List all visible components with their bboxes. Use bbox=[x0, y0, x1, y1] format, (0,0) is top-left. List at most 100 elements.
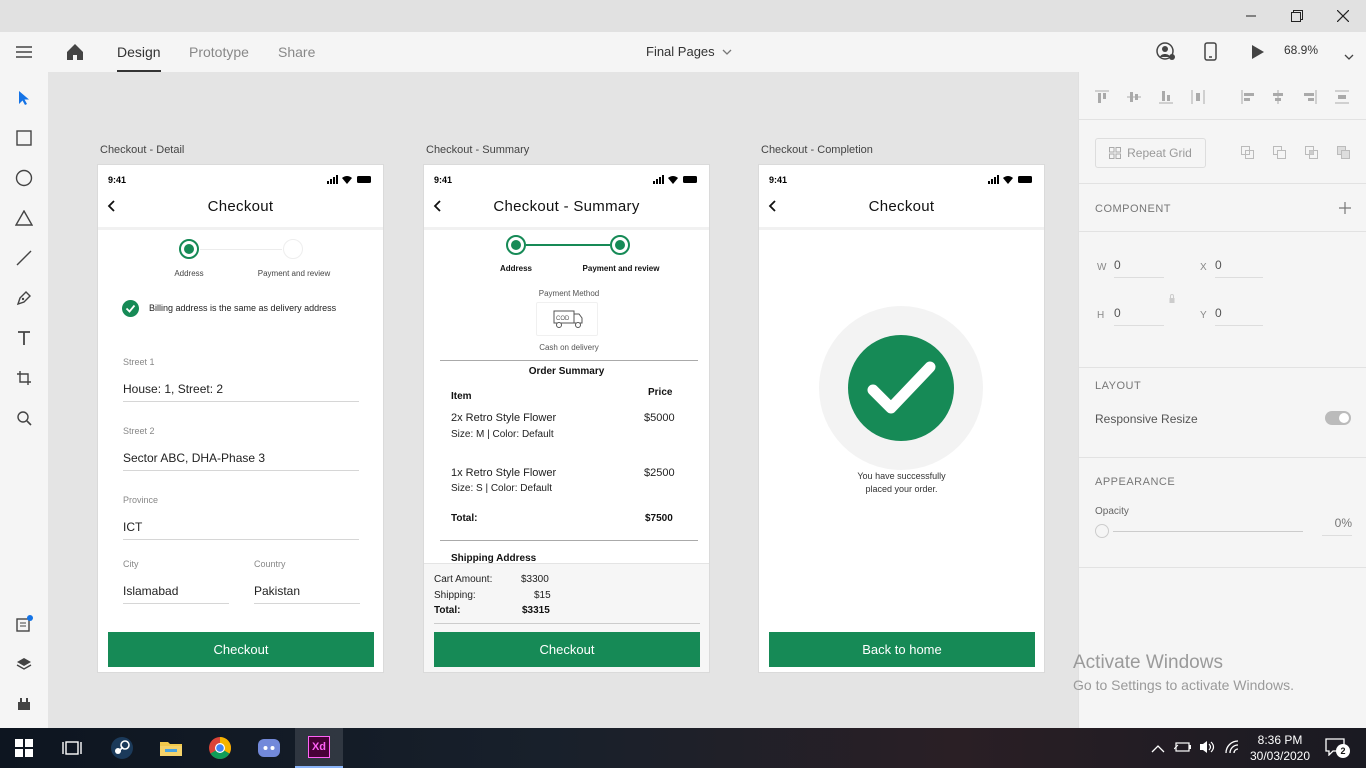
align-left-icon[interactable] bbox=[1241, 90, 1255, 104]
align-center-icon[interactable] bbox=[1271, 90, 1285, 104]
street1-underline bbox=[123, 401, 359, 402]
city-field[interactable]: Islamabad bbox=[123, 584, 178, 598]
shipping-label: Shipping: bbox=[434, 590, 476, 601]
order-item-price: $2500 bbox=[644, 467, 675, 479]
artboard-label-summary[interactable]: Checkout - Summary bbox=[426, 144, 529, 156]
steam-icon[interactable] bbox=[98, 728, 146, 768]
boolean-add-icon[interactable] bbox=[1241, 146, 1255, 160]
step-payment-label: Payment and review bbox=[582, 264, 660, 273]
restore-icon[interactable] bbox=[1274, 0, 1320, 32]
screen-title: Checkout - Summary bbox=[493, 198, 640, 215]
status-icons bbox=[653, 175, 697, 184]
discord-icon[interactable] bbox=[245, 728, 293, 768]
artboard-label-detail[interactable]: Checkout - Detail bbox=[100, 144, 184, 156]
step-payment-indicator bbox=[610, 235, 630, 255]
align-bottom-icon[interactable] bbox=[1159, 90, 1173, 104]
add-component-icon[interactable] bbox=[1339, 202, 1351, 214]
repeat-grid-button[interactable]: Repeat Grid bbox=[1095, 138, 1206, 168]
minimize-icon[interactable] bbox=[1228, 0, 1274, 32]
zoom-chevron-down-icon[interactable] bbox=[1344, 48, 1354, 66]
artboard-label-completion[interactable]: Checkout - Completion bbox=[761, 144, 873, 156]
billing-same-label: Billing address is the same as delivery … bbox=[149, 303, 337, 313]
y-input[interactable]: 0 bbox=[1215, 306, 1263, 326]
artboard-checkout-summary[interactable]: 9:41 Checkout - Summary Address Payment … bbox=[424, 165, 709, 672]
appearance-section: APPEARANCE Opacity 0% bbox=[1079, 458, 1366, 568]
tab-share[interactable]: Share bbox=[278, 32, 315, 72]
checkout-button[interactable]: Checkout bbox=[108, 632, 374, 667]
rectangle-tool-icon[interactable] bbox=[12, 126, 36, 150]
w-label: W bbox=[1097, 262, 1107, 273]
boolean-intersect-icon[interactable] bbox=[1305, 146, 1319, 160]
step-address-label: Address bbox=[174, 269, 204, 278]
opacity-input[interactable]: 0% bbox=[1322, 516, 1352, 536]
align-top-icon[interactable] bbox=[1095, 90, 1109, 104]
play-icon[interactable] bbox=[1250, 44, 1266, 60]
file-explorer-icon[interactable] bbox=[147, 728, 195, 768]
clock-time: 8:36 PM bbox=[1257, 733, 1303, 747]
step-connector bbox=[200, 249, 282, 250]
chrome-icon[interactable] bbox=[196, 728, 244, 768]
pen-tool-icon[interactable] bbox=[12, 286, 36, 310]
country-underline bbox=[254, 603, 360, 604]
zoom-dropdown[interactable]: 68.9% bbox=[1284, 43, 1318, 57]
document-title-dropdown[interactable]: Final Pages bbox=[646, 44, 732, 59]
app-menu-bar: Design Prototype Share Final Pages 68.9% bbox=[0, 32, 1366, 72]
transform-section: W 0 X 0 H 0 Y 0 bbox=[1079, 232, 1366, 368]
select-tool-icon[interactable] bbox=[12, 86, 36, 110]
checkmark-success-icon bbox=[848, 335, 954, 441]
cod-truck-icon[interactable]: COD bbox=[536, 302, 598, 336]
windows-start-icon[interactable] bbox=[0, 728, 48, 768]
tab-design[interactable]: Design bbox=[117, 32, 161, 72]
width-input[interactable]: 0 bbox=[1114, 258, 1164, 278]
grand-total-value: $3315 bbox=[522, 605, 550, 616]
lock-aspect-icon[interactable] bbox=[1169, 294, 1175, 304]
opacity-slider-track[interactable] bbox=[1113, 531, 1303, 532]
divider bbox=[434, 623, 700, 624]
align-middle-icon[interactable] bbox=[1127, 90, 1141, 104]
divider bbox=[440, 540, 698, 541]
boolean-subtract-icon[interactable] bbox=[1273, 146, 1287, 160]
hamburger-menu-icon[interactable] bbox=[14, 44, 34, 60]
boolean-exclude-icon[interactable] bbox=[1337, 146, 1351, 160]
country-field[interactable]: Pakistan bbox=[254, 584, 300, 598]
order-item-price: $5000 bbox=[644, 412, 675, 424]
taskbar-clock[interactable]: 8:36 PM 30/03/2020 bbox=[1248, 733, 1312, 763]
device-preview-icon[interactable] bbox=[1204, 42, 1218, 62]
billing-same-checkbox[interactable] bbox=[122, 300, 139, 317]
distribute-horizontal-icon[interactable] bbox=[1191, 90, 1205, 104]
text-tool-icon[interactable] bbox=[12, 326, 36, 350]
province-field[interactable]: ICT bbox=[123, 520, 142, 534]
align-right-icon[interactable] bbox=[1303, 90, 1317, 104]
user-share-icon[interactable] bbox=[1156, 42, 1176, 62]
street1-field[interactable]: House: 1, Street: 2 bbox=[123, 382, 223, 396]
line-tool-icon[interactable] bbox=[12, 246, 36, 270]
assets-panel-icon[interactable] bbox=[12, 612, 36, 636]
polygon-tool-icon[interactable] bbox=[12, 206, 36, 230]
distribute-vertical-icon[interactable] bbox=[1335, 90, 1349, 104]
close-icon[interactable] bbox=[1320, 0, 1366, 32]
divider bbox=[440, 360, 698, 361]
checkout-button[interactable]: Checkout bbox=[434, 632, 700, 667]
plugins-panel-icon[interactable] bbox=[12, 692, 36, 716]
ellipse-tool-icon[interactable] bbox=[12, 166, 36, 190]
volume-icon[interactable] bbox=[1198, 739, 1216, 760]
x-input[interactable]: 0 bbox=[1215, 258, 1263, 278]
chevron-up-icon[interactable] bbox=[1151, 741, 1165, 759]
back-to-home-button[interactable]: Back to home bbox=[769, 632, 1035, 667]
tab-prototype[interactable]: Prototype bbox=[189, 32, 249, 72]
artboard-tool-icon[interactable] bbox=[12, 366, 36, 390]
responsive-resize-toggle[interactable] bbox=[1325, 411, 1351, 425]
street2-field[interactable]: Sector ABC, DHA-Phase 3 bbox=[123, 451, 265, 465]
height-input[interactable]: 0 bbox=[1114, 306, 1164, 326]
step-payment-indicator bbox=[283, 239, 303, 259]
task-view-icon[interactable] bbox=[48, 728, 96, 768]
network-icon[interactable] bbox=[1224, 739, 1242, 760]
adobe-xd-taskbar-button[interactable]: Xd bbox=[295, 728, 343, 768]
artboard-checkout-detail[interactable]: 9:41 Checkout Address Payment and review… bbox=[98, 165, 383, 672]
zoom-tool-icon[interactable] bbox=[12, 406, 36, 430]
layers-panel-icon[interactable] bbox=[12, 652, 36, 676]
artboard-checkout-completion[interactable]: 9:41 Checkout You have successfully plac… bbox=[759, 165, 1044, 672]
opacity-slider-handle[interactable] bbox=[1095, 524, 1109, 538]
home-icon[interactable] bbox=[64, 42, 86, 62]
battery-icon[interactable] bbox=[1173, 740, 1192, 759]
